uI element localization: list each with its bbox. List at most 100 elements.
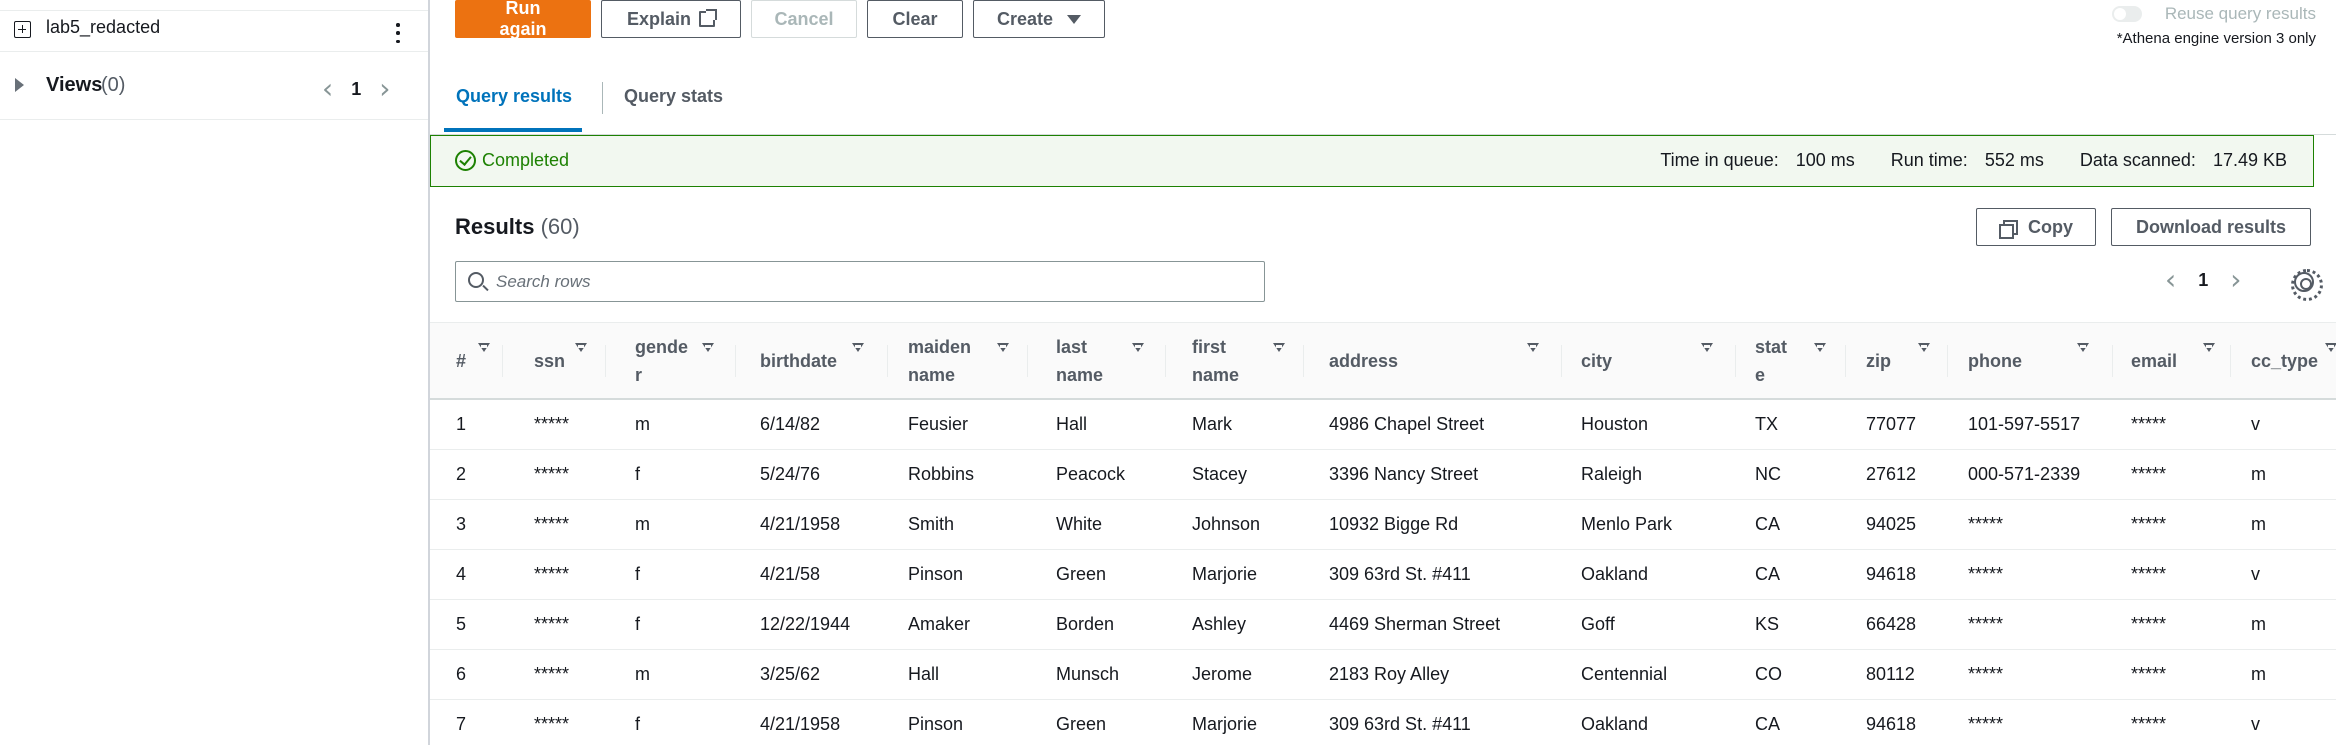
tab-query-results[interactable]: Query results [456, 86, 572, 107]
table-cell: Stacey [1192, 464, 1248, 484]
column-divider[interactable] [735, 345, 736, 377]
table-cell: ***** [1968, 564, 2004, 584]
table-cell: ***** [1968, 614, 2004, 634]
sort-caret-icon[interactable] [997, 343, 1009, 352]
chevron-right-icon[interactable]: › [2230, 266, 2241, 294]
table-cell: Centennial [1581, 664, 1668, 684]
views-section[interactable]: Views (0) ‹ 1 › [0, 58, 428, 120]
table-cell: ***** [2131, 464, 2167, 484]
table-cell: Houston [1581, 414, 1649, 434]
table-row[interactable]: 2 ***** f 5/24/76 Robbins Peacock Stacey 3396 N… [430, 450, 2336, 500]
table-cell: ***** [534, 564, 570, 584]
column-header-label: maiden name [908, 337, 972, 385]
column-divider[interactable] [1561, 345, 1562, 377]
column-header[interactable]: zip [1866, 323, 1891, 399]
run-again-button[interactable]: Run again [455, 0, 591, 39]
chevron-right-icon[interactable]: › [379, 75, 390, 103]
table-cell: 10932 Bigge Rd [1329, 514, 1459, 534]
column-header[interactable]: # [456, 323, 466, 399]
copy-button[interactable]: Copy [1976, 208, 2096, 246]
table-row[interactable]: 7 ***** f 4/21/1958 Pinson Green Marjorie 309 6… [430, 700, 2336, 745]
column-header[interactable]: email [2131, 323, 2177, 399]
column-divider[interactable] [887, 345, 888, 377]
column-header[interactable]: last name [1056, 323, 1103, 399]
table-cell: ***** [2131, 564, 2167, 584]
column-header[interactable]: first name [1192, 323, 1239, 399]
column-header[interactable]: stat e [1755, 323, 1787, 399]
column-divider[interactable] [605, 345, 606, 377]
expand-plus-icon[interactable] [14, 21, 31, 38]
column-header[interactable]: maiden name [908, 323, 971, 399]
column-header-label: cc_type [2251, 351, 2319, 371]
table-cell: Oakland [1581, 714, 1649, 734]
views-page-number[interactable]: 1 [351, 79, 361, 100]
clear-button[interactable]: Clear [867, 0, 963, 38]
chevron-left-icon[interactable]: ‹ [2165, 266, 2176, 294]
table-row[interactable]: 6 ***** m 3/25/62 Hall Munsch Jerome 2183 Roy A… [430, 650, 2336, 700]
sort-caret-icon[interactable] [1273, 343, 1285, 352]
table-cell: f [635, 714, 641, 734]
column-header[interactable]: ssn [534, 323, 565, 399]
database-item[interactable]: lab5_redacted [0, 10, 428, 52]
table-cell: 309 63rd St. #411 [1329, 714, 1471, 734]
sort-caret-icon[interactable] [2325, 343, 2336, 352]
table-cell: Marjorie [1192, 714, 1258, 734]
reuse-toggle[interactable] [2112, 6, 2142, 22]
column-header[interactable]: phone [1968, 323, 2022, 399]
results-pagination: ‹ 1 › [2165, 266, 2241, 294]
search-rows-input[interactable] [496, 266, 1256, 298]
table-cell: ***** [2131, 614, 2167, 634]
column-divider[interactable] [1845, 345, 1846, 377]
tab-query-stats[interactable]: Query stats [624, 86, 723, 107]
gear-icon[interactable] [2291, 269, 2323, 301]
caret-right-icon[interactable] [15, 78, 24, 92]
table-cell: ***** [2131, 664, 2167, 684]
download-results-button[interactable]: Download results [2111, 208, 2311, 246]
column-divider[interactable] [1735, 345, 1736, 377]
column-divider[interactable] [1165, 345, 1166, 377]
table-header: # ssn gende r birthdate maiden name last name… [430, 322, 2336, 400]
column-divider[interactable] [1303, 345, 1304, 377]
table-row[interactable]: 4 ***** f 4/21/58 Pinson Green Marjorie 309 63r… [430, 550, 2336, 600]
sort-caret-icon[interactable] [1132, 343, 1144, 352]
sort-caret-icon[interactable] [478, 343, 490, 352]
column-divider[interactable] [2230, 345, 2231, 377]
table-cell: 66428 [1866, 614, 1917, 634]
table-cell: Borden [1056, 614, 1115, 634]
table-cell: 80112 [1866, 664, 1915, 684]
column-header[interactable]: gende r [635, 323, 688, 399]
sort-caret-icon[interactable] [1527, 343, 1539, 352]
table-cell: Hall [908, 664, 940, 684]
column-divider[interactable] [1027, 345, 1028, 377]
chevron-left-icon[interactable]: ‹ [322, 75, 333, 103]
table-row[interactable]: 3 ***** m 4/21/1958 Smith White Johnson 10932 B… [430, 500, 2336, 550]
sort-caret-icon[interactable] [852, 343, 864, 352]
column-header[interactable]: birthdate [760, 323, 837, 399]
table-row[interactable]: 1 ***** m 6/14/82 Feusier Hall Mark 4986 Chapel… [430, 400, 2336, 450]
sort-caret-icon[interactable] [1918, 343, 1930, 352]
table-row[interactable]: 5 ***** f 12/22/1944 Amaker Borden Ashley 4469 … [430, 600, 2336, 650]
table-cell: ***** [2131, 514, 2167, 534]
table-cell: v [2251, 714, 2260, 734]
column-divider[interactable] [2112, 345, 2113, 377]
column-divider[interactable] [502, 345, 503, 377]
table-cell: 94618 [1866, 714, 1917, 734]
column-divider[interactable] [1947, 345, 1948, 377]
query-toolbar: Run again Explain Cancel Clear Create [455, 0, 1105, 40]
cancel-button[interactable]: Cancel [751, 0, 857, 38]
column-header[interactable]: city [1581, 323, 1612, 399]
explain-button[interactable]: Explain [601, 0, 741, 38]
sort-caret-icon[interactable] [575, 343, 587, 352]
create-button[interactable]: Create [973, 0, 1105, 38]
more-actions-icon[interactable] [392, 21, 404, 45]
sort-caret-icon[interactable] [702, 343, 714, 352]
sort-caret-icon[interactable] [2077, 343, 2089, 352]
table-cell: Peacock [1056, 464, 1126, 484]
column-header-label: email [2131, 351, 2178, 371]
results-page-number[interactable]: 1 [2198, 270, 2208, 291]
sort-caret-icon[interactable] [2203, 343, 2215, 352]
sort-caret-icon[interactable] [1701, 343, 1713, 352]
column-header[interactable]: cc_type [2251, 323, 2318, 399]
column-header[interactable]: address [1329, 323, 1398, 399]
sort-caret-icon[interactable] [1814, 343, 1826, 352]
